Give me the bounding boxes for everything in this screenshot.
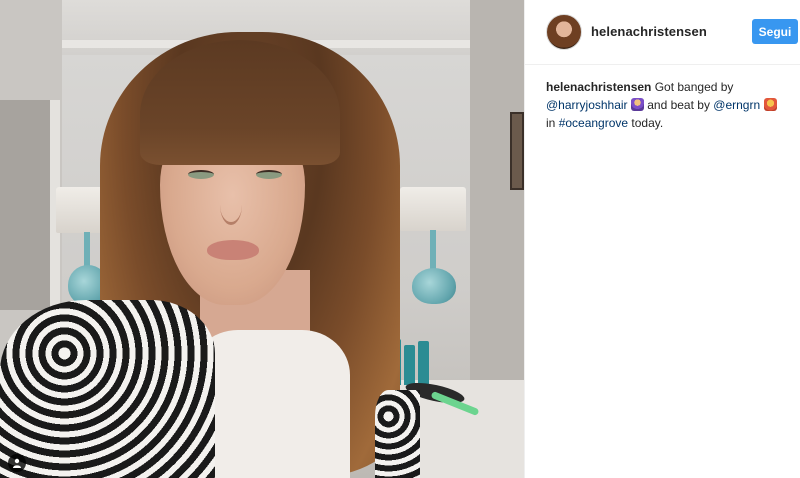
photo-bottle: [418, 341, 429, 385]
photo-eye-right: [256, 170, 282, 179]
hashtag-link[interactable]: #oceangrove: [559, 116, 628, 130]
follow-button[interactable]: Segui: [752, 19, 798, 44]
caption-text: today.: [628, 116, 664, 130]
photo-lips: [207, 240, 259, 260]
photo-lamp-base-right: [412, 268, 456, 304]
photo-doorway: [0, 100, 60, 310]
haircut-emoji-icon: [630, 98, 644, 111]
tagged-users-button[interactable]: [8, 454, 26, 472]
caption-text: Got banged by: [651, 80, 734, 94]
post-photo[interactable]: [0, 0, 524, 478]
avatar[interactable]: [546, 14, 582, 50]
header-username-link[interactable]: helenachristensen: [591, 24, 707, 39]
photo-lamp-shade-right: [400, 187, 466, 231]
mention-link[interactable]: @harryjoshhair: [546, 98, 628, 112]
photo-nose: [220, 185, 242, 225]
person-icon: [13, 458, 21, 468]
photo-eye-left: [188, 170, 214, 179]
photo-sweater-right: [375, 390, 420, 478]
photo-sweater-left: [0, 300, 215, 478]
caption-username-link[interactable]: helenachristensen: [546, 80, 651, 94]
mention-link[interactable]: @erngrn: [713, 98, 760, 112]
surfer-emoji-icon: [763, 98, 777, 111]
photo-wall-frame: [510, 112, 524, 190]
photo-bottle: [404, 345, 415, 385]
post-sidebar: helenachristensen Segui helenachristense…: [524, 0, 800, 478]
caption-text: in: [546, 116, 559, 130]
post-caption: helenachristensen Got banged by @harryjo…: [546, 78, 794, 132]
caption-text: and beat by: [643, 98, 714, 112]
post-header: helenachristensen Segui: [525, 0, 800, 65]
